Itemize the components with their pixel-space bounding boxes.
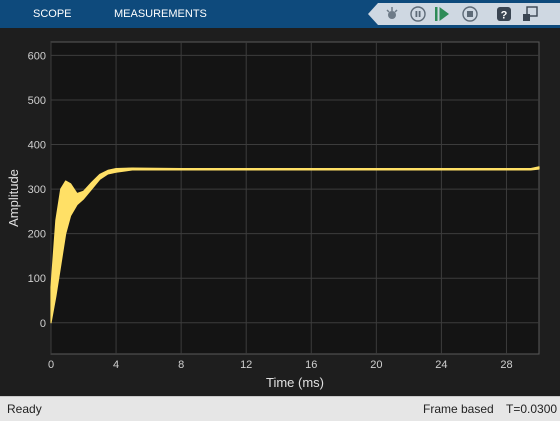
x-tick-label: 16 <box>305 359 317 371</box>
tab-measurements[interactable]: MEASUREMENTS <box>114 0 207 28</box>
x-tick-label: 24 <box>435 359 447 371</box>
y-tick-label: 0 <box>40 318 46 330</box>
x-tick-label: 28 <box>500 359 512 371</box>
svg-text:?: ? <box>501 10 508 22</box>
x-axis-label: Time (ms) <box>266 375 324 390</box>
status-ready: Ready <box>7 402 42 416</box>
y-tick-label: 600 <box>28 50 46 62</box>
help-icon[interactable]: ? <box>496 6 512 22</box>
step-forward-icon[interactable] <box>434 6 450 22</box>
y-tick-label: 200 <box>28 229 46 241</box>
x-tick-label: 20 <box>370 359 382 371</box>
y-tick-label: 500 <box>28 95 46 107</box>
undock-icon[interactable] <box>522 6 538 22</box>
status-bar: Ready Frame based T=0.0300 <box>0 396 560 421</box>
plot-area[interactable]: 0 4 8 12 16 20 24 28 0 100 200 300 400 500 600 Time (ms… <box>0 28 560 396</box>
y-tick-label: 400 <box>28 140 46 152</box>
quick-access-toolstrip: ? <box>368 3 560 25</box>
signal-selector-icon[interactable] <box>384 6 400 22</box>
pause-icon[interactable] <box>410 6 426 22</box>
tab-scope[interactable]: SCOPE <box>33 0 72 28</box>
status-mode: Frame based <box>423 402 494 416</box>
status-time: T=0.0300 <box>506 402 558 416</box>
plot-background <box>50 41 540 355</box>
scope-figure: 0 4 8 12 16 20 24 28 0 100 200 300 400 500 600 Time (ms… <box>0 28 560 396</box>
stop-icon[interactable] <box>462 6 478 22</box>
x-tick-label: 8 <box>178 359 184 371</box>
y-tick-label: 300 <box>28 184 46 196</box>
x-tick-label: 4 <box>113 359 119 371</box>
toolbar: SCOPE MEASUREMENTS ? <box>0 0 560 28</box>
x-tick-label: 0 <box>48 359 54 371</box>
y-axis-label: Amplitude <box>6 169 21 227</box>
y-tick-label: 100 <box>28 273 46 285</box>
x-tick-label: 12 <box>240 359 252 371</box>
